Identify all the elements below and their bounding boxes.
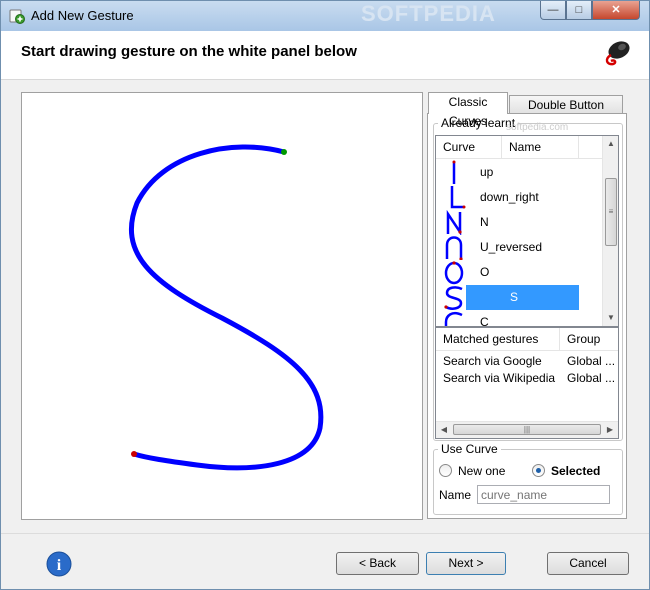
column-curve[interactable]: Curve [436, 136, 502, 158]
curve-name-input[interactable] [477, 485, 610, 504]
gesture-stroke [129, 144, 324, 471]
tab-classic-curves[interactable]: Classic Curves [428, 92, 508, 128]
group-cell: Global ... [567, 371, 616, 385]
list-item[interactable]: N [436, 210, 602, 235]
window-title: Add New Gesture [31, 8, 134, 23]
stroke-start-marker [281, 149, 287, 155]
curve-s-icon [444, 286, 463, 310]
title-watermark: SOFTPEDIA [361, 1, 496, 26]
mouse-gesture-logo-icon [605, 41, 630, 66]
back-button[interactable]: < Back [336, 552, 419, 575]
list-item[interactable]: C [436, 310, 602, 327]
learnt-list-header: Curve Name [436, 136, 602, 159]
wizard-header: Start drawing gesture on the white panel… [1, 31, 649, 80]
curve-name: up [480, 165, 494, 179]
title-bar[interactable]: Add New Gesture SOFTPEDIA — □ ✕ [1, 1, 649, 31]
close-button[interactable]: ✕ [592, 1, 640, 20]
page-title: Start drawing gesture on the white panel… [21, 43, 357, 60]
curve-name: C [480, 315, 489, 327]
list-item[interactable]: up [436, 160, 602, 185]
info-glyph: i [57, 557, 62, 574]
learnt-list-scrollbar[interactable]: ▲ ≡ ▼ [602, 136, 618, 326]
maximize-button[interactable]: □ [566, 1, 592, 20]
curve-name: O [480, 265, 490, 279]
scroll-down-icon[interactable]: ▼ [603, 310, 618, 326]
cancel-button[interactable]: Cancel [547, 552, 629, 575]
info-icon[interactable]: i [46, 551, 72, 577]
minimize-button[interactable]: — [540, 1, 566, 20]
name-label: Name [439, 488, 472, 502]
tab-double-button-combo[interactable]: Double Button Combo [509, 95, 623, 131]
list-item[interactable]: S [436, 285, 602, 310]
column-group[interactable]: Group [560, 328, 618, 350]
matched-list-header: Matched gestures Group [436, 328, 618, 351]
list-item[interactable]: down_right [436, 185, 602, 210]
app-add-icon [9, 9, 25, 24]
radio-checked-dot [536, 468, 541, 473]
matched-gesture-cell: Search via Google [443, 354, 542, 368]
matched-list-hscrollbar[interactable]: ◀ ||| ▶ [436, 421, 618, 438]
matched-gestures-list[interactable]: Matched gestures Group Search via Google… [435, 327, 619, 439]
matched-gesture-cell: Search via Wikipedia [443, 371, 556, 385]
column-matched-gestures[interactable]: Matched gestures [436, 328, 560, 350]
scrollbar-thumb[interactable]: ≡ [605, 178, 617, 246]
selected-label[interactable]: Selected [551, 464, 600, 478]
hscrollbar-thumb[interactable]: ||| [453, 424, 601, 435]
group-cell: Global ... [567, 354, 616, 368]
gesture-canvas[interactable] [22, 93, 422, 519]
table-row[interactable]: Search via Wikipedia Global ... [436, 370, 618, 387]
new-one-radio[interactable] [439, 464, 452, 477]
scroll-up-icon[interactable]: ▲ [603, 136, 618, 152]
next-button[interactable]: Next > [426, 552, 506, 575]
curve-name: down_right [480, 190, 539, 204]
drawing-panel[interactable] [21, 92, 423, 520]
curve-name-selected: S [466, 285, 579, 310]
use-curve-group [433, 449, 623, 515]
curve-name: U_reversed [480, 240, 543, 254]
list-item[interactable]: U_reversed [436, 235, 602, 260]
use-curve-label: Use Curve [438, 442, 501, 456]
scroll-left-icon[interactable]: ◀ [436, 422, 452, 438]
scroll-right-icon[interactable]: ▶ [602, 422, 618, 438]
add-gesture-window: Add New Gesture SOFTPEDIA — □ ✕ Start dr… [0, 0, 650, 590]
column-name[interactable]: Name [502, 136, 579, 158]
table-row[interactable]: Search via Google Global ... [436, 353, 618, 370]
selected-radio[interactable] [532, 464, 545, 477]
curve-name: N [480, 215, 489, 229]
list-item[interactable]: O [436, 260, 602, 285]
learnt-curves-list[interactable]: Curve Name up down_right N U_reversed O … [435, 135, 619, 327]
stroke-end-marker [131, 451, 137, 457]
softpedia-watermark: softpedia.com [506, 122, 569, 133]
new-one-label[interactable]: New one [458, 464, 505, 478]
